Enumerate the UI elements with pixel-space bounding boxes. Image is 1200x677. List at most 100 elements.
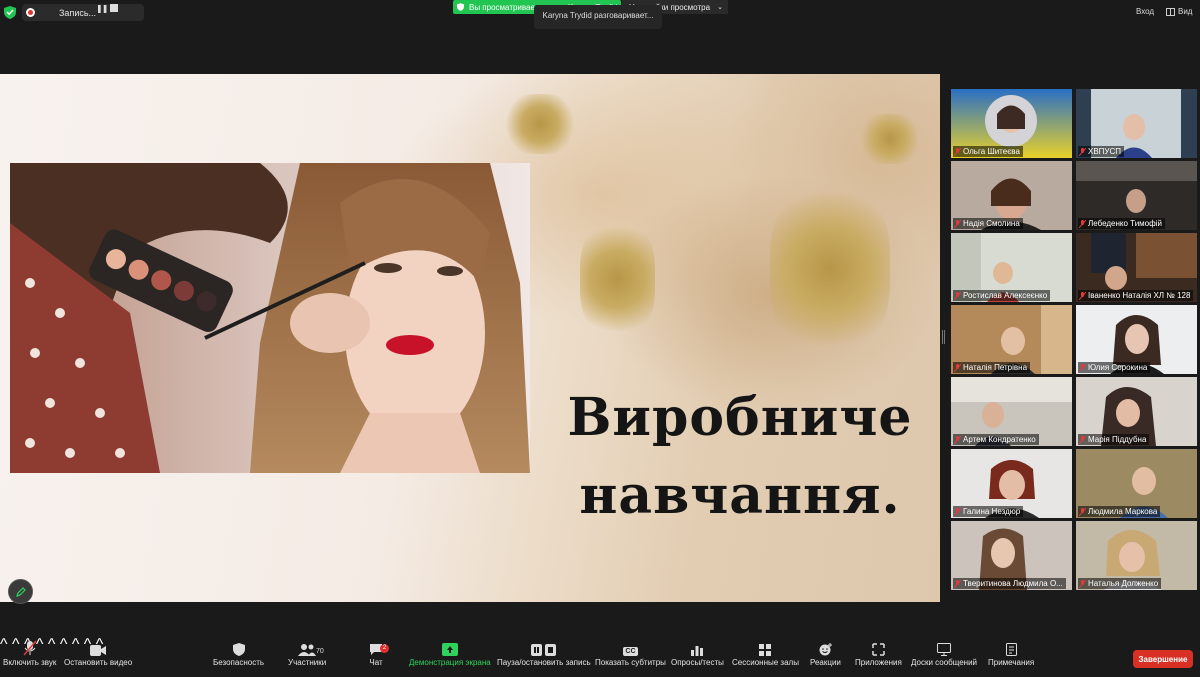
participant-name: Юлия Сорокина [1078,362,1151,373]
share-screen-button[interactable]: Демонстрация экрана [409,636,491,667]
participant-tile[interactable]: Іваненко Наталія ХЛ № 128 [1076,233,1197,302]
video-camera-icon [90,645,107,656]
participant-tile[interactable]: Ростислав Алексеєнко [951,233,1072,302]
shield-icon [457,3,464,11]
participant-name: Ольга Шитеєва [953,146,1023,157]
participant-tile[interactable]: Галина Нездюр [951,449,1072,518]
security-shield-icon[interactable] [4,6,16,19]
participant-tile[interactable]: Надія Смолина [951,161,1072,230]
polls-label: Опросы/тесты [671,658,724,667]
participant-tile[interactable]: Ольга Шитеєва [951,89,1072,158]
participant-tile[interactable]: Марія Піддубна [1076,377,1197,446]
apps-icon [872,643,885,656]
record-dot-icon [26,8,35,17]
participant-name: Наталья Долженко [1078,578,1162,589]
share-screen-label: Демонстрация экрана [409,658,491,667]
breakout-rooms-label: Сессионные залы [732,658,799,667]
chat-button[interactable]: Чат 2 [369,636,389,667]
slide-title-line-1: Виробниче [567,387,913,448]
muted-mic-icon [1079,219,1086,228]
pause-stop-recording-icon [530,644,556,656]
stop-recording-icon[interactable] [110,4,118,12]
shared-screen-slide: Виробниче навчання. [0,74,940,602]
pause-recording-icon[interactable]: ❚❚ [96,4,108,13]
show-captions-button[interactable]: CC Показать субтитры [595,636,666,667]
makeup-artist-image [10,163,530,473]
whiteboards-label: Доски сообщений [911,658,978,667]
security-button[interactable]: Безопасность [213,636,264,667]
active-speaker-indicator: Karyna Trydid разговаривает... [534,5,662,29]
participant-name: Надія Смолина [953,218,1023,229]
muted-mic-icon [954,147,961,156]
participant-name: Людмила Маркова [1078,506,1161,517]
notes-label: Примечания [988,658,1035,667]
participant-name: Галина Нездюр [953,506,1024,517]
annotate-button[interactable] [8,579,33,604]
muted-mic-icon [1079,507,1086,516]
unmute-button[interactable]: Включить звук [3,636,56,667]
unmute-label: Включить звук [3,658,57,667]
closed-captions-icon: CC [623,647,638,656]
muted-mic-icon [1079,435,1086,444]
participant-tile[interactable]: Тверитинова Людмила О... [951,521,1072,590]
muted-mic-icon [954,363,961,372]
participant-tile[interactable]: ХВПУСП [1076,89,1197,158]
muted-mic-icon [954,435,961,444]
whiteboard-icon [937,643,951,656]
muted-mic-icon [1079,147,1086,156]
makeup-photo [10,163,530,473]
gold-leaf-decoration [860,114,920,164]
notes-button[interactable]: Примечания [988,636,1034,667]
pencil-icon [15,586,26,597]
view-button[interactable]: Вид [1166,7,1192,16]
stop-video-button[interactable]: Остановить видео [64,636,132,667]
show-captions-label: Показать субтитры [595,658,666,667]
zoom-meeting-window: { "top_bar": { "recording_label": "Запис… [0,0,1200,677]
muted-mic-icon [1079,291,1086,300]
chat-label: Чат [369,658,383,667]
participant-tile[interactable]: Лебеденко Тимофій [1076,161,1197,230]
participant-tile[interactable]: Артем Кондратенко [951,377,1072,446]
reactions-label: Реакции [810,658,841,667]
muted-mic-icon [954,507,961,516]
gold-leaf-decoration [580,219,655,339]
smiley-icon [819,643,832,656]
participant-name: Марія Піддубна [1078,434,1150,445]
apps-button[interactable]: Приложения [855,636,902,667]
reactions-button[interactable]: Реакции [810,636,841,667]
muted-mic-icon [23,640,37,656]
view-label: Вид [1178,7,1193,16]
participant-tile[interactable]: Наталья Долженко [1076,521,1197,590]
participant-tile[interactable]: Людмила Маркова [1076,449,1197,518]
participant-name: ХВПУСП [1078,146,1125,157]
participant-tile[interactable]: Юлия Сорокина [1076,305,1197,374]
slide-title-line-2: навчання. [579,465,901,526]
panel-resize-handle[interactable] [942,330,945,344]
slide-title: Виробниче навчання. [560,379,920,535]
recording-indicator[interactable]: Запись... [22,4,144,21]
gold-leaf-decoration [770,184,890,354]
breakout-rooms-button[interactable]: Сессионные залы [732,636,799,667]
muted-mic-icon [954,291,961,300]
whiteboards-button[interactable]: Доски сообщений [911,636,977,667]
end-meeting-button[interactable]: Завершение [1133,650,1193,668]
chat-unread-badge: 2 [380,644,389,653]
participants-count: 70 [316,648,324,655]
participant-name: Тверитинова Людмила О... [953,578,1066,589]
breakout-rooms-icon [759,644,772,656]
participant-name: Артем Кондратенко [953,434,1039,445]
participant-name: Іваненко Наталія ХЛ № 128 [1078,290,1194,301]
polls-button[interactable]: Опросы/тесты [671,636,724,667]
pause-recording-label: Пауза/остановить запись [497,658,591,667]
apps-label: Приложения [855,658,902,667]
stop-video-label: Остановить видео [64,658,133,667]
muted-mic-icon [1079,579,1086,588]
exit-button[interactable]: Вход [1136,7,1154,16]
pause-recording-button[interactable]: Пауза/остановить запись [497,636,591,667]
meeting-toolbar: Включить звук ^ Остановить видео ^ Безоп… [0,636,1200,677]
participant-tile[interactable]: Наталія Петрівна [951,305,1072,374]
participants-label: Участники [288,658,327,667]
participant-name: Ростислав Алексеєнко [953,290,1051,301]
muted-mic-icon [1079,363,1086,372]
gallery-view-icon [1166,7,1175,16]
